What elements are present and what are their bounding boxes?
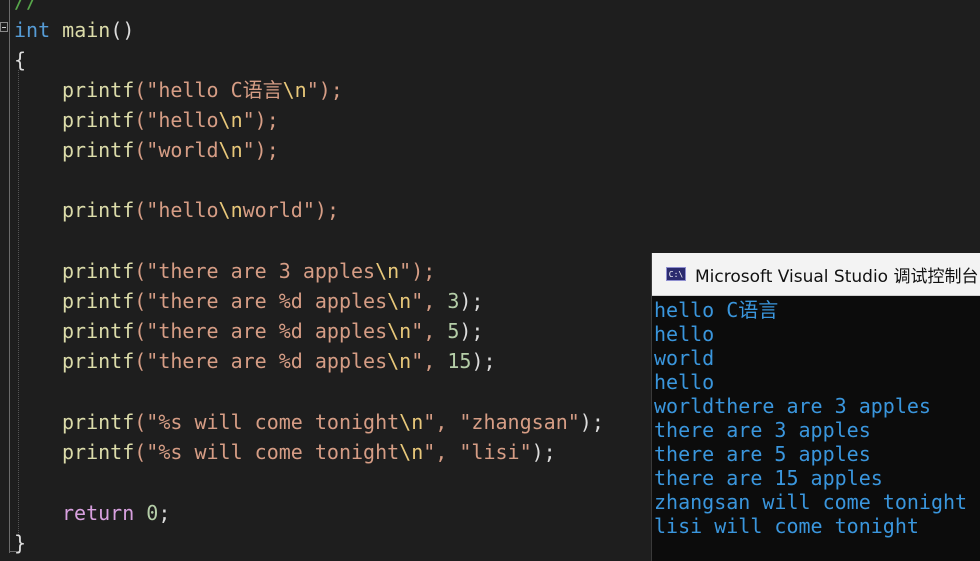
console-output-line: there are 3 apples [654, 418, 871, 442]
console-output: hello C语言 hello world hello worldthere a… [652, 296, 980, 538]
debug-console-window[interactable]: C:\ Microsoft Visual Studio 调试控制台 hello … [651, 253, 980, 561]
console-output-line: hello [654, 322, 715, 346]
code-line-printf-7: printf("there are %d apples\n", 5); [62, 319, 484, 343]
code-line-printf-2: printf("hello\n"); [62, 108, 279, 132]
code-line-printf-9: printf("%s will come tonight\n", "zhangs… [62, 410, 604, 434]
console-output-line: lisi will come tonight [654, 514, 919, 538]
console-output-line: hello C语言 [654, 298, 779, 322]
console-app-icon: C:\ [666, 267, 686, 281]
code-line-printf-1: printf("hello C语言\n"); [62, 78, 343, 102]
console-titlebar[interactable]: C:\ Microsoft Visual Studio 调试控制台 [652, 253, 980, 296]
console-output-line: hello [654, 370, 715, 394]
code-line-return: return 0; [62, 501, 171, 525]
code-line-open-brace: { [14, 48, 27, 72]
console-output-line: worldthere are 3 apples [654, 394, 931, 418]
code-line-printf-8: printf("there are %d apples\n", 15); [62, 349, 496, 373]
code-line-printf-5: printf("there are 3 apples\n"); [62, 259, 436, 283]
console-title: Microsoft Visual Studio 调试控制台 [695, 266, 979, 287]
code-line-comment: // [14, 0, 39, 13]
indent-guide [18, 70, 19, 535]
code-line-signature: int main() [14, 18, 135, 42]
console-output-line: world [654, 346, 715, 370]
console-output-line: there are 15 apples [654, 466, 883, 490]
collapse-toggle-icon[interactable] [0, 22, 8, 32]
code-line-close-brace: } [14, 531, 27, 555]
fold-guide [9, 0, 10, 553]
code-line-printf-4: printf("hello\nworld"); [62, 198, 339, 222]
console-output-line: there are 5 apples [654, 442, 871, 466]
console-output-line: zhangsan will come tonight [654, 490, 968, 514]
code-line-printf-3: printf("world\n"); [62, 138, 279, 162]
code-line-printf-10: printf("%s will come tonight\n", "lisi")… [62, 440, 556, 464]
code-line-printf-6: printf("there are %d apples\n", 3); [62, 289, 484, 313]
